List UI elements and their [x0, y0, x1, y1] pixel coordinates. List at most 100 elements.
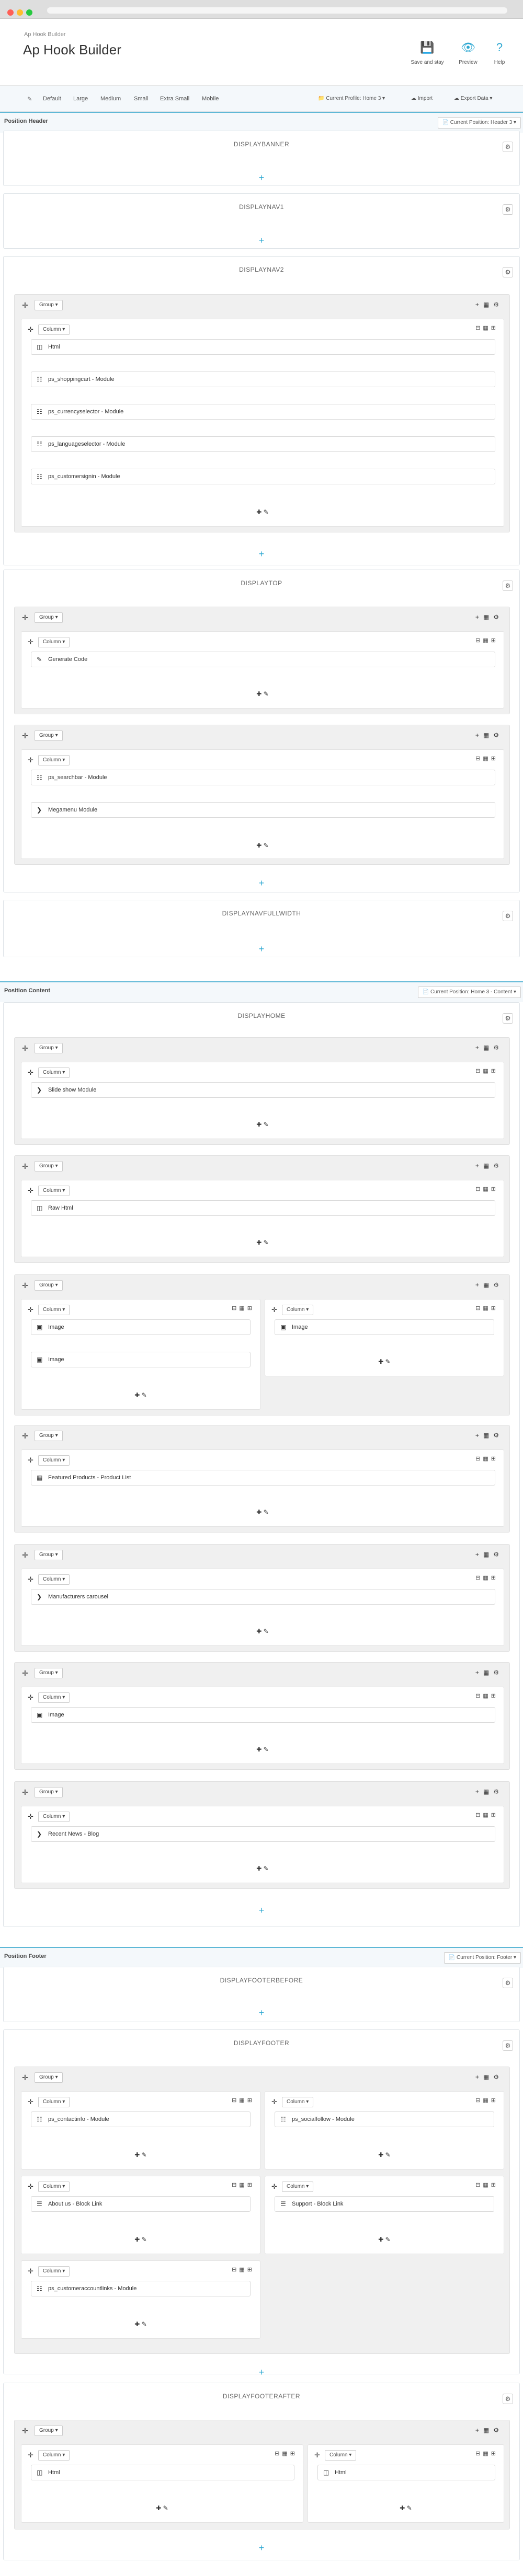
column-add-edit-icon[interactable]: ✚ ✎	[21, 2320, 260, 2328]
column-add-edit-icon[interactable]: ✚ ✎	[265, 1358, 504, 1365]
widget-item[interactable]: ☷ ps_customeraccountlinks - Module	[31, 2281, 251, 2296]
group-actions-icon[interactable]: +▦⚙	[475, 301, 503, 308]
move-icon[interactable]: ✛	[28, 1456, 33, 1465]
column-add-edit-icon[interactable]: ✚ ✎	[21, 1865, 504, 1872]
widget-item[interactable]: ▣ Image	[31, 1352, 251, 1367]
column-actions-icon[interactable]: ⊟▦⊞	[475, 2097, 498, 2104]
column-add-edit-icon[interactable]: ✚ ✎	[21, 2151, 260, 2159]
column-add-edit-icon[interactable]: ✚ ✎	[21, 1391, 260, 1399]
group-dropdown[interactable]: Group ▾	[35, 1161, 63, 1171]
move-icon[interactable]: ✛	[28, 1575, 33, 1584]
column-add-edit-icon[interactable]: ✚ ✎	[21, 508, 504, 516]
column-dropdown[interactable]: Column ▾	[38, 2266, 70, 2277]
group-actions-icon[interactable]: +▦⚙	[475, 1281, 503, 1289]
widget-item[interactable]: ☷ ps_contactinfo - Module	[31, 2111, 251, 2127]
column-dropdown[interactable]: Column ▾	[38, 1812, 70, 1822]
move-icon[interactable]: ✛	[22, 1432, 28, 1441]
move-icon[interactable]: ✛	[28, 2183, 33, 2191]
column-add-edit-icon[interactable]: ✚ ✎	[21, 1239, 504, 1246]
move-icon[interactable]: ✛	[22, 1281, 28, 1290]
widget-item[interactable]: ▣ Image	[31, 1707, 495, 1723]
group-actions-icon[interactable]: +▦⚙	[475, 613, 503, 621]
group-dropdown[interactable]: Group ▾	[35, 2072, 63, 2083]
add-group-icon[interactable]: +	[4, 549, 519, 559]
move-icon[interactable]: ✛	[28, 2451, 33, 2459]
move-icon[interactable]: ✛	[22, 613, 28, 622]
widget-item[interactable]: ◫ Html	[31, 339, 495, 355]
widget-item[interactable]: ❯ Manufacturers carousel	[31, 1589, 495, 1605]
size-default[interactable]: Default	[43, 96, 61, 102]
position-footer-select[interactable]: 📄 Current Position: Footer ▾	[444, 1952, 521, 1964]
breadcrumb[interactable]: Ap Hook Builder	[24, 31, 66, 38]
group-dropdown[interactable]: Group ▾	[35, 1431, 63, 1441]
move-icon[interactable]: ✛	[271, 2098, 277, 2106]
move-icon[interactable]: ✛	[22, 2427, 28, 2435]
widget-item[interactable]: ☷ ps_searchbar - Module	[31, 770, 495, 785]
column-actions-icon[interactable]: ⊟▦⊞	[232, 2097, 255, 2104]
position-header-select[interactable]: 📄 Current Position: Header 3 ▾	[437, 117, 521, 129]
move-icon[interactable]: ✛	[28, 2267, 33, 2276]
add-group-icon[interactable]: +	[4, 236, 519, 245]
move-icon[interactable]: ✛	[28, 1813, 33, 1821]
column-dropdown[interactable]: Column ▾	[38, 637, 70, 647]
address-bar[interactable]	[47, 7, 507, 14]
widget-item[interactable]: ☰ About us - Block Link	[31, 2196, 251, 2212]
column-add-edit-icon[interactable]: ✚ ✎	[265, 2151, 504, 2159]
column-dropdown[interactable]: Column ▾	[38, 1067, 70, 1078]
position-content-select[interactable]: 📄 Current Position: Home 3 - Content ▾	[417, 987, 521, 998]
move-icon[interactable]: ✛	[28, 1187, 33, 1195]
column-actions-icon[interactable]: ⊟▦⊞	[232, 2182, 255, 2188]
pencil-icon[interactable]: ✎	[27, 96, 32, 102]
column-actions-icon[interactable]: ⊟▦⊞	[232, 1305, 255, 1312]
group-actions-icon[interactable]: +▦⚙	[475, 1788, 503, 1795]
column-dropdown[interactable]: Column ▾	[325, 2450, 357, 2461]
column-dropdown[interactable]: Column ▾	[38, 324, 70, 335]
move-icon[interactable]: ✛	[28, 326, 33, 334]
column-dropdown[interactable]: Column ▾	[282, 1305, 314, 1315]
group-dropdown[interactable]: Group ▾	[35, 730, 63, 741]
add-group-icon[interactable]: +	[4, 878, 519, 888]
group-dropdown[interactable]: Group ▾	[35, 2426, 63, 2436]
save-and-stay-button[interactable]: 💾 Save and stay	[409, 40, 446, 65]
widget-item[interactable]: ✎ Generate Code	[31, 652, 495, 667]
column-actions-icon[interactable]: ⊟▦⊞	[275, 2450, 298, 2457]
move-icon[interactable]: ✛	[22, 1788, 28, 1797]
widget-item[interactable]: ☷ ps_socialfollow - Module	[275, 2111, 494, 2127]
widget-item[interactable]: ❯ Recent News - Blog	[31, 1826, 495, 1842]
column-dropdown[interactable]: Column ▾	[38, 2182, 70, 2192]
column-actions-icon[interactable]: ⊟▦⊞	[475, 1812, 498, 1818]
column-dropdown[interactable]: Column ▾	[38, 1692, 70, 1703]
column-dropdown[interactable]: Column ▾	[38, 2097, 70, 2107]
gear-icon[interactable]: ⚙	[503, 142, 513, 152]
column-add-edit-icon[interactable]: ✚ ✎	[21, 842, 504, 849]
column-add-edit-icon[interactable]: ✚ ✎	[265, 2236, 504, 2243]
group-dropdown[interactable]: Group ▾	[35, 1668, 63, 1678]
export-dropdown[interactable]: ☁ Export Data ▾	[454, 96, 492, 101]
minimize-dot-icon[interactable]	[17, 9, 23, 16]
move-icon[interactable]: ✛	[22, 1669, 28, 1678]
size-mobile[interactable]: Mobile	[202, 96, 219, 102]
group-dropdown[interactable]: Group ▾	[35, 1550, 63, 1560]
widget-item[interactable]: ▣ Image	[31, 1319, 251, 1335]
help-button[interactable]: ? Help	[481, 40, 518, 65]
group-actions-icon[interactable]: +▦⚙	[475, 1551, 503, 1558]
size-medium[interactable]: Medium	[100, 96, 121, 102]
group-dropdown[interactable]: Group ▾	[35, 612, 63, 623]
move-icon[interactable]: ✛	[28, 2098, 33, 2106]
column-actions-icon[interactable]: ⊟▦⊞	[475, 1305, 498, 1312]
column-add-edit-icon[interactable]: ✚ ✎	[21, 690, 504, 698]
widget-item[interactable]: ☷ ps_languageselector - Module	[31, 436, 495, 452]
size-extra-small[interactable]: Extra Small	[160, 96, 189, 102]
move-icon[interactable]: ✛	[22, 1551, 28, 1560]
group-actions-icon[interactable]: +▦⚙	[475, 2427, 503, 2434]
column-add-edit-icon[interactable]: ✚ ✎	[21, 1121, 504, 1128]
widget-item[interactable]: ▦ Featured Products - Product List	[31, 1470, 495, 1486]
widget-item[interactable]: ❯ Megamenu Module	[31, 802, 495, 818]
gear-icon[interactable]: ⚙	[503, 1013, 513, 1024]
group-dropdown[interactable]: Group ▾	[35, 300, 63, 310]
move-icon[interactable]: ✛	[28, 638, 33, 646]
add-group-icon[interactable]: +	[4, 2543, 519, 2552]
size-large[interactable]: Large	[73, 96, 88, 102]
gear-icon[interactable]: ⚙	[503, 267, 513, 277]
column-dropdown[interactable]: Column ▾	[38, 1186, 70, 1196]
